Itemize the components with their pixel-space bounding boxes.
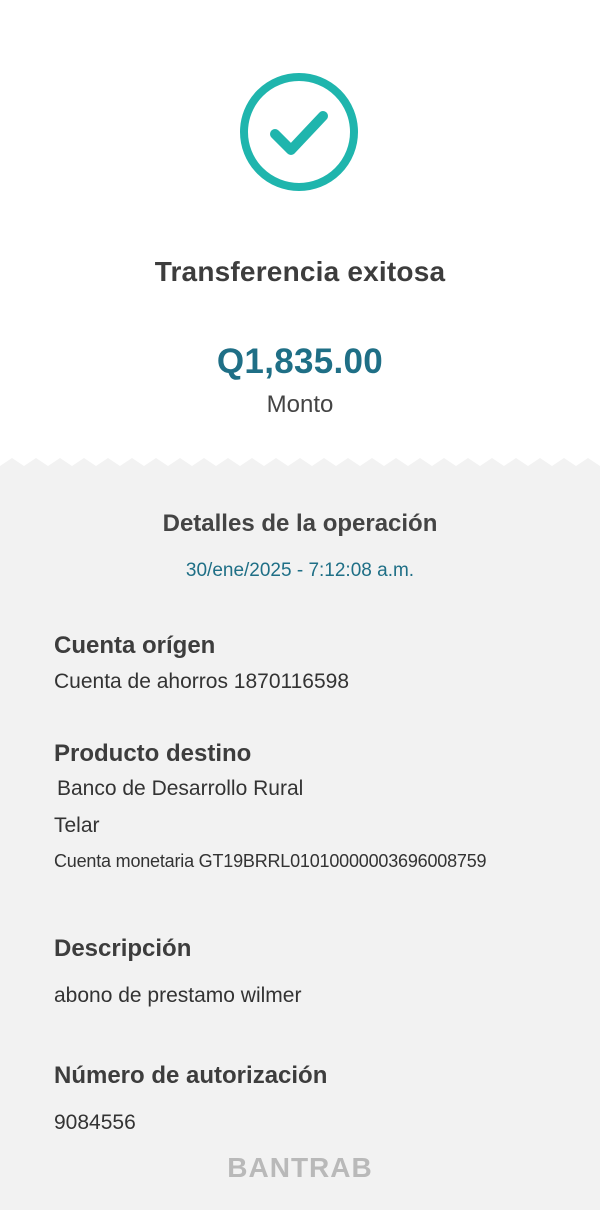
details-title: Detalles de la operación xyxy=(162,510,438,537)
destination-account: Cuenta monetaria GT19BRRL010100000036960… xyxy=(54,851,487,871)
description-value: abono de prestamo wilmer xyxy=(54,984,302,1007)
check-circle-icon xyxy=(239,72,359,192)
origin-label: Cuenta orígen xyxy=(54,632,216,659)
destination-label: Producto destino xyxy=(54,740,252,767)
origin-account: Cuenta de ahorros 1870116598 xyxy=(54,670,350,693)
destination-bank: Banco de Desarrollo Rural xyxy=(57,777,304,800)
operation-datetime: 30/ene/2025 - 7:12:08 a.m. xyxy=(185,560,415,581)
authorization-label: Número de autorización xyxy=(54,1062,328,1089)
transfer-amount: Q1,835.00 xyxy=(216,342,384,381)
transfer-receipt: Transferencia exitosa Q1,835.00 Monto De… xyxy=(0,0,600,1210)
operation-details: Detalles de la operación 30/ene/2025 - 7… xyxy=(0,466,600,1210)
status-title: Transferencia exitosa xyxy=(154,256,446,287)
amount-label: Monto xyxy=(266,391,334,418)
authorization-number: 9084556 xyxy=(54,1111,136,1134)
description-label: Descripción xyxy=(54,935,192,962)
destination-name: Telar xyxy=(54,814,100,837)
brand-logo: BANTRAB xyxy=(227,1152,373,1183)
receipt-header: Transferencia exitosa Q1,835.00 Monto xyxy=(0,0,600,460)
